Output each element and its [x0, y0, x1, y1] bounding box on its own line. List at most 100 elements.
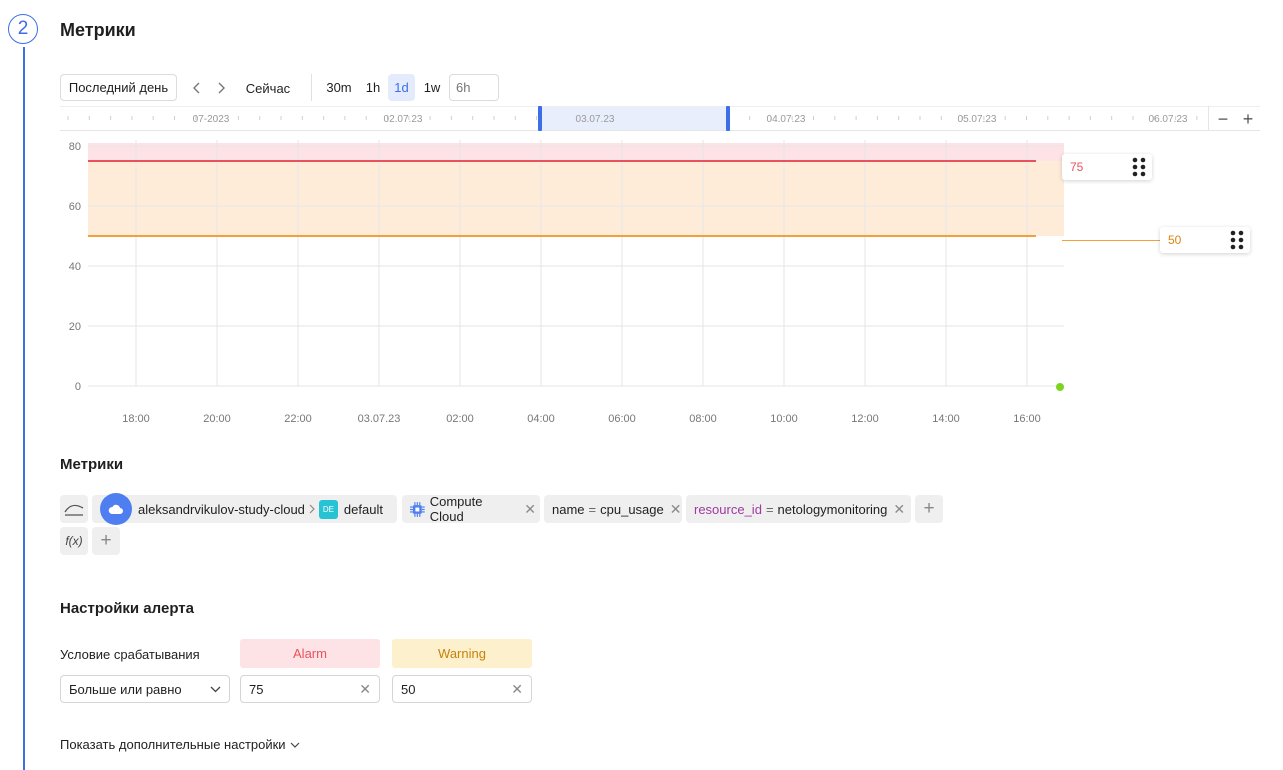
timeline-label: 02.07.23 [384, 114, 423, 125]
cloud-icon [100, 493, 132, 525]
x-tick-label: 03.07.23 [358, 413, 401, 425]
condition-label: Условие срабатывания [60, 647, 200, 662]
chevron-right-icon [218, 82, 225, 94]
x-tick-label: 18:00 [122, 413, 150, 425]
warning-threshold-handle[interactable]: 50 [1160, 227, 1250, 253]
cloud-name: aleksandrvikulov-study-cloud [138, 501, 305, 517]
custom-scale-input[interactable] [449, 74, 499, 101]
condition-operator-select[interactable]: Больше или равно [60, 675, 230, 703]
drag-handle-icon[interactable] [1132, 157, 1146, 177]
warning-handle-value: 50 [1168, 233, 1182, 247]
cloud-folder-chip[interactable]: aleksandrvikulov-study-cloud DE default [92, 493, 397, 525]
filter-value: cpu_usage [600, 501, 664, 517]
zoom-in-button[interactable]: + [1238, 108, 1258, 130]
filter-key: name [552, 501, 585, 517]
drag-handle-icon[interactable] [1230, 230, 1244, 250]
timeline-label: 04.07.23 [767, 114, 806, 125]
name-filter-chip[interactable]: name = cpu_usage ✕ [544, 495, 682, 523]
folder-name: default [343, 501, 383, 517]
data-point [1056, 383, 1064, 391]
page-title: Метрики [60, 20, 136, 40]
metrics-chart[interactable]: 80 60 40 20 0 18:00 20:00 22:00 03.07.23 02:00 04… [60, 136, 1070, 431]
warning-header: Warning [392, 639, 532, 668]
period-select-button[interactable]: Последний день [60, 74, 177, 101]
folder-badge: DE [318, 499, 338, 519]
toolbar-divider [311, 74, 312, 101]
y-tick-label: 60 [69, 201, 81, 213]
x-tick-label: 10:00 [770, 413, 798, 425]
alarm-threshold-handle[interactable]: 75 [1062, 154, 1152, 180]
chevron-down-icon [290, 742, 300, 748]
timeline-label: 03.07.23 [576, 114, 615, 125]
x-tick-label: 14:00 [932, 413, 960, 425]
step-number: 2 [8, 14, 38, 44]
threshold-bands [88, 143, 1064, 236]
data-series [1056, 383, 1064, 391]
alarm-handle-value: 75 [1070, 160, 1084, 174]
x-tick-label: 16:00 [1013, 413, 1041, 425]
warning-handle-connector [1062, 240, 1162, 241]
chart-type-button[interactable] [60, 495, 88, 523]
alert-settings-heading: Настройки алерта [60, 600, 194, 617]
alarm-value-input[interactable]: 75 ✕ [240, 675, 380, 703]
x-tick-label: 20:00 [203, 413, 231, 425]
x-tick-label: 04:00 [527, 413, 555, 425]
condition-operator-value: Больше или равно [69, 681, 182, 697]
timeline-selection[interactable] [540, 107, 728, 130]
step-line [23, 47, 25, 770]
close-icon[interactable]: ✕ [893, 501, 905, 518]
filter-key: resource_id [694, 501, 762, 517]
warning-value-input[interactable]: 50 ✕ [392, 675, 532, 703]
timeline-ruler[interactable]: 07-2023 02.07.23 03.07.23 04.07.23 05.07… [60, 106, 1260, 132]
timeline-selection-left-handle[interactable] [538, 106, 542, 131]
timeline-label: 07-2023 [193, 114, 230, 125]
x-tick-label: 06:00 [608, 413, 636, 425]
add-function-button[interactable]: f(x) [60, 527, 88, 555]
more-settings-link[interactable]: Показать дополнительные настройки [60, 737, 300, 752]
chevron-right-icon [309, 502, 315, 517]
timeline-label: 06.07.23 [1149, 114, 1188, 125]
service-chip[interactable]: Compute Cloud ✕ [402, 494, 540, 524]
x-axis-ticks: 18:00 20:00 22:00 03.07.23 02:00 04:00 06:00 08… [122, 413, 1041, 425]
prev-period-button[interactable] [188, 76, 206, 100]
y-axis-ticks: 80 60 40 20 0 [69, 141, 81, 393]
timeline-label: 05.07.23 [958, 114, 997, 125]
resource-filter-chip[interactable]: resource_id = netologymonitoring ✕ [686, 495, 911, 523]
x-tick-label: 22:00 [284, 413, 312, 425]
zoom-out-button[interactable]: − [1213, 108, 1233, 130]
filter-value: netologymonitoring [777, 501, 888, 517]
next-period-button[interactable] [212, 76, 230, 100]
scale-1h-button[interactable]: 1h [360, 74, 386, 101]
add-filter-button[interactable]: + [915, 495, 943, 523]
metrics-heading: Метрики [60, 456, 124, 473]
scale-1d-button[interactable]: 1d [388, 74, 415, 101]
scale-30m-button[interactable]: 30m [322, 74, 356, 101]
add-query-button[interactable]: + [92, 527, 120, 555]
more-settings-label: Показать дополнительные настройки [60, 737, 286, 752]
area-chart-icon [64, 504, 84, 516]
warning-value: 50 [401, 681, 416, 697]
service-name: Compute Cloud [429, 494, 483, 524]
alarm-header: Alarm [240, 639, 380, 668]
chevron-down-icon [210, 686, 221, 692]
y-tick-label: 40 [69, 261, 81, 273]
close-icon[interactable]: ✕ [524, 501, 536, 518]
x-tick-label: 02:00 [446, 413, 474, 425]
filter-operator: = [765, 501, 774, 517]
y-tick-label: 20 [69, 321, 81, 333]
alarm-value: 75 [249, 681, 264, 697]
now-button[interactable]: Сейчас [240, 76, 296, 100]
close-icon[interactable]: ✕ [670, 501, 682, 518]
y-tick-label: 0 [75, 381, 81, 393]
timeline-selection-right-handle[interactable] [726, 106, 730, 131]
x-tick-label: 08:00 [689, 413, 717, 425]
scale-1w-button[interactable]: 1w [419, 74, 445, 101]
clear-icon[interactable]: ✕ [511, 681, 523, 698]
warning-band [88, 161, 1064, 236]
compute-cloud-icon [410, 501, 425, 517]
y-tick-label: 80 [69, 141, 81, 153]
filter-operator: = [588, 501, 597, 517]
x-tick-label: 12:00 [851, 413, 879, 425]
clear-icon[interactable]: ✕ [359, 681, 371, 698]
chevron-left-icon [193, 82, 200, 94]
